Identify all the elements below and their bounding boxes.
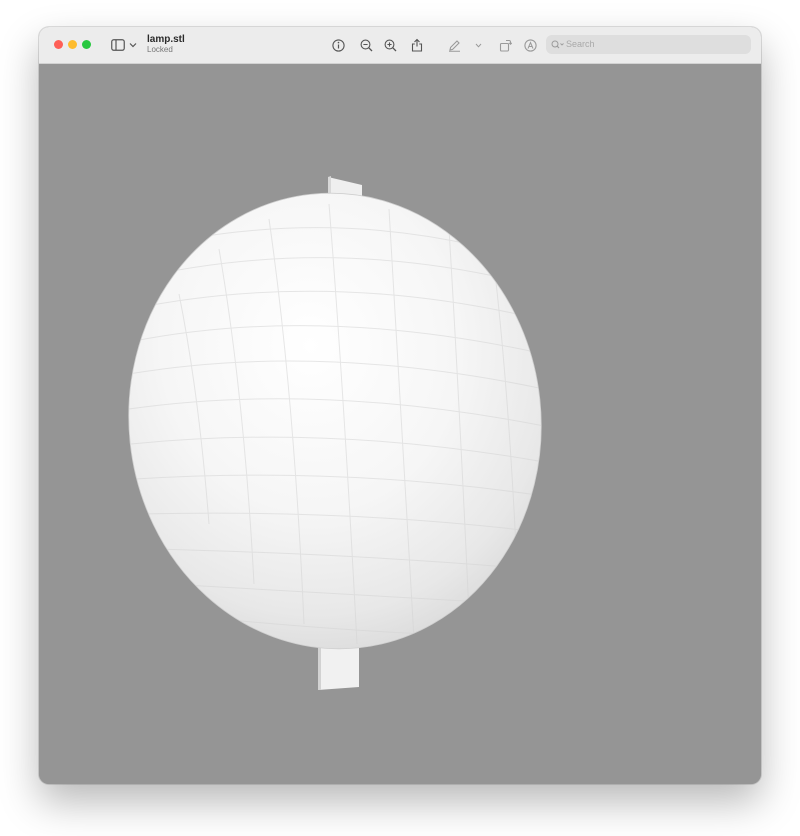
info-icon <box>331 38 345 52</box>
sidebar-toggle-button[interactable] <box>109 38 139 52</box>
markup-options-button[interactable] <box>473 40 483 50</box>
zoom-out-icon <box>360 39 372 51</box>
minimize-button[interactable] <box>68 40 77 49</box>
sidebar-icon <box>111 39 125 51</box>
info-button[interactable] <box>330 37 346 53</box>
chevron-down-icon <box>475 43 481 48</box>
chevron-down-icon <box>129 43 137 48</box>
search-field[interactable]: Search <box>546 35 751 54</box>
markup-button[interactable] <box>446 37 462 53</box>
rotate-button[interactable] <box>497 37 513 53</box>
bottom-bracket <box>318 642 359 690</box>
markup-pen-icon <box>448 39 460 52</box>
close-button[interactable] <box>54 40 63 49</box>
annotate-icon <box>523 38 537 52</box>
zoom-in-button[interactable] <box>382 37 398 53</box>
window-title: lamp.stl <box>147 34 185 45</box>
search-icon <box>551 40 564 49</box>
title-block: lamp.stl Locked <box>147 34 185 55</box>
lamp-globe <box>128 192 545 666</box>
search-placeholder: Search <box>566 39 595 49</box>
annotate-button[interactable] <box>522 37 538 53</box>
preview-window: lamp.stl Locked Search <box>39 27 761 784</box>
model-viewport[interactable] <box>39 64 761 784</box>
rotate-icon <box>499 39 512 52</box>
document-status: Locked <box>147 45 173 54</box>
zoom-button[interactable] <box>82 40 91 49</box>
share-icon <box>411 38 423 52</box>
share-button[interactable] <box>409 36 425 53</box>
zoom-out-button[interactable] <box>358 37 374 53</box>
title-bar: lamp.stl Locked Search <box>39 27 761 64</box>
zoom-in-icon <box>384 39 396 51</box>
lamp-3d-model[interactable] <box>39 64 761 784</box>
